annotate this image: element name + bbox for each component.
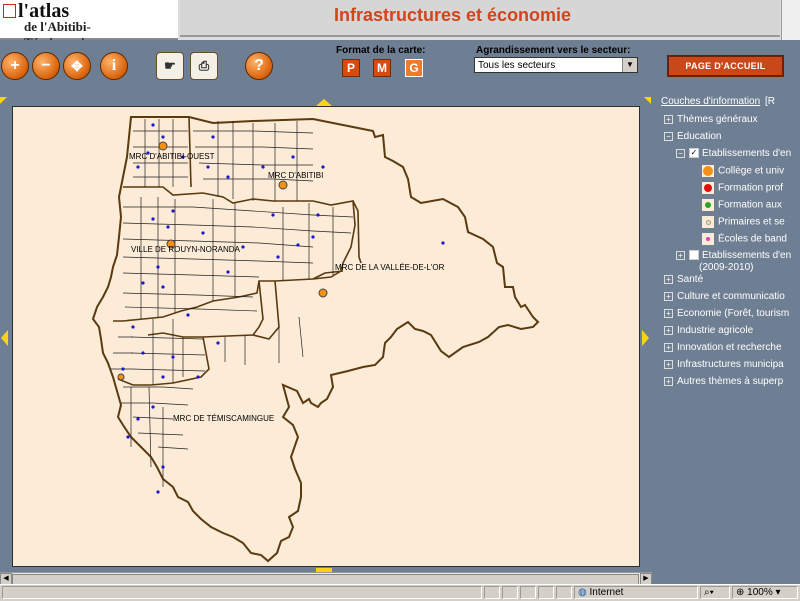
format-label: Format de la carte:	[336, 45, 426, 56]
layer-group-economie[interactable]: + Économie (Forêt, tourism	[664, 308, 789, 322]
format-m-button[interactable]: M	[373, 59, 391, 77]
globe-icon: ◍	[578, 587, 587, 598]
map-label-abitibi: MRC D'ABITIBI	[268, 171, 323, 180]
zoom-menu-icon[interactable]: ⌕▾	[700, 586, 730, 599]
status-cell	[520, 586, 536, 599]
layer-group-innovation[interactable]: + Innovation et recherche	[664, 342, 782, 356]
layer-etablissements[interactable]: − ✓ Établissements d'en	[676, 148, 791, 162]
ecoles-bande-symbol-icon	[702, 233, 714, 245]
pan-ne-corner-icon[interactable]	[644, 97, 651, 104]
layer-checkbox[interactable]	[689, 250, 699, 261]
layers-reset-link[interactable]: [R	[765, 96, 775, 107]
zoom-out-icon[interactable]: −	[32, 52, 60, 80]
map-label-temiscamingue: MRC DE TÉMISCAMINGUE	[173, 414, 274, 423]
status-cell	[556, 586, 572, 599]
window-scrollbar[interactable]	[781, 0, 800, 40]
pan-icon[interactable]: ✥	[63, 52, 91, 80]
region-outline	[91, 116, 540, 563]
page-title: Infrastructures et économie	[334, 5, 572, 25]
layer-group-sante[interactable]: + Santé	[664, 274, 703, 288]
header-bar: l'atlas de l'Abitibi-Témiscamingue Infra…	[0, 0, 800, 50]
collapse-icon[interactable]: −	[664, 131, 673, 141]
pan-nw-corner-icon[interactable]	[0, 97, 7, 104]
chevron-down-icon[interactable]: ▼	[622, 58, 637, 72]
logo-mark-icon	[3, 4, 16, 18]
expand-icon[interactable]: +	[664, 308, 673, 318]
map-label-abitibi-ouest: MRC D'ABITIBI-OUEST	[129, 152, 215, 161]
zoom-in-icon[interactable]: +	[1, 52, 29, 80]
layer-group-education[interactable]: − Éducation	[664, 131, 721, 145]
home-page-button[interactable]: PAGE D'ACCUEIL	[667, 55, 784, 77]
format-p-button[interactable]: P	[342, 59, 360, 77]
sector-label: Agrandissement vers le secteur:	[476, 45, 631, 56]
status-message	[2, 586, 482, 599]
legend-item-primaires: Primaires et se	[702, 216, 785, 230]
college-symbol-icon	[702, 165, 714, 177]
expand-icon[interactable]: +	[664, 274, 673, 284]
map-canvas[interactable]: MRC D'ABITIBI-OUEST MRC D'ABITIBI VILLE …	[12, 106, 640, 567]
security-zone-label: Internet	[589, 587, 624, 598]
layer-group-infrastructures[interactable]: + Infrastructures municipa	[664, 359, 784, 373]
layer-group-culture[interactable]: + Culture et communicatio	[664, 291, 785, 305]
pan-east-arrow-icon[interactable]	[642, 330, 649, 346]
layers-panel: Couches d'information [R + Thèmes générau…	[652, 94, 800, 572]
legend-item-ecoles-bande: Écoles de band	[702, 233, 787, 247]
zoom-level-label: 100%	[747, 587, 773, 598]
expand-icon[interactable]: +	[664, 342, 673, 352]
layer-group-industrie-agricole[interactable]: + Industrie agricole	[664, 325, 753, 339]
browser-status-bar: ◍ Internet ⌕▾ ⊕ 100% ▾	[0, 584, 800, 601]
zoom-level[interactable]: ⊕ 100% ▾	[732, 586, 798, 599]
status-cell	[538, 586, 554, 599]
map-label-rouyn-noranda: VILLE DE ROUYN-NORANDA	[131, 245, 241, 254]
security-zone: ◍ Internet	[574, 586, 698, 599]
info-icon[interactable]: i	[100, 52, 128, 80]
primaires-symbol-icon	[702, 216, 714, 228]
expand-icon[interactable]: +	[664, 325, 673, 335]
formation-prof-symbol-icon	[702, 182, 714, 194]
expand-icon[interactable]: +	[664, 114, 673, 124]
expand-icon[interactable]: +	[676, 250, 685, 260]
expand-icon[interactable]: +	[664, 359, 673, 369]
region-map: MRC D'ABITIBI-OUEST MRC D'ABITIBI VILLE …	[91, 116, 540, 563]
layers-header-link[interactable]: Couches d'information	[661, 96, 760, 107]
formation-aux-symbol-icon	[702, 199, 714, 211]
title-banner: Infrastructures et économie	[180, 0, 780, 37]
pan-west-arrow-icon[interactable]	[1, 330, 8, 346]
legend-item-formation-prof: Formation prof	[702, 182, 783, 196]
legend-item-formation-aux: Formation aux	[702, 199, 782, 213]
zoom-icon: ⊕	[736, 587, 745, 598]
legend-item-college: Collège et univ	[702, 165, 784, 179]
print-icon[interactable]: ⎙	[190, 52, 218, 80]
map-label-vallee-de-l-or: MRC DE LA VALLÉE-DE-L'OR	[335, 263, 445, 272]
layer-group-themes-generaux[interactable]: + Thèmes généraux	[664, 114, 758, 128]
help-icon[interactable]: ?	[245, 52, 273, 80]
pan-north-arrow-icon[interactable]	[316, 99, 332, 106]
expand-icon[interactable]: +	[664, 376, 673, 386]
collapse-icon[interactable]: −	[676, 148, 685, 158]
layer-etablissements-year: (2009-2010)	[699, 262, 754, 273]
atlas-logo[interactable]: l'atlas de l'Abitibi-Témiscamingue	[0, 0, 178, 50]
expand-icon[interactable]: +	[664, 291, 673, 301]
layer-checkbox[interactable]: ✓	[689, 148, 699, 159]
sector-select[interactable]: Tous les secteurs ▼	[474, 57, 638, 73]
layer-group-autres-themes[interactable]: + Autres thèmes à superp	[664, 376, 783, 390]
status-cell	[484, 586, 500, 599]
status-cell	[502, 586, 518, 599]
format-g-button[interactable]: G	[405, 59, 423, 77]
identify-icon[interactable]: ☛	[156, 52, 184, 80]
sector-select-value: Tous les secteurs	[478, 60, 556, 71]
